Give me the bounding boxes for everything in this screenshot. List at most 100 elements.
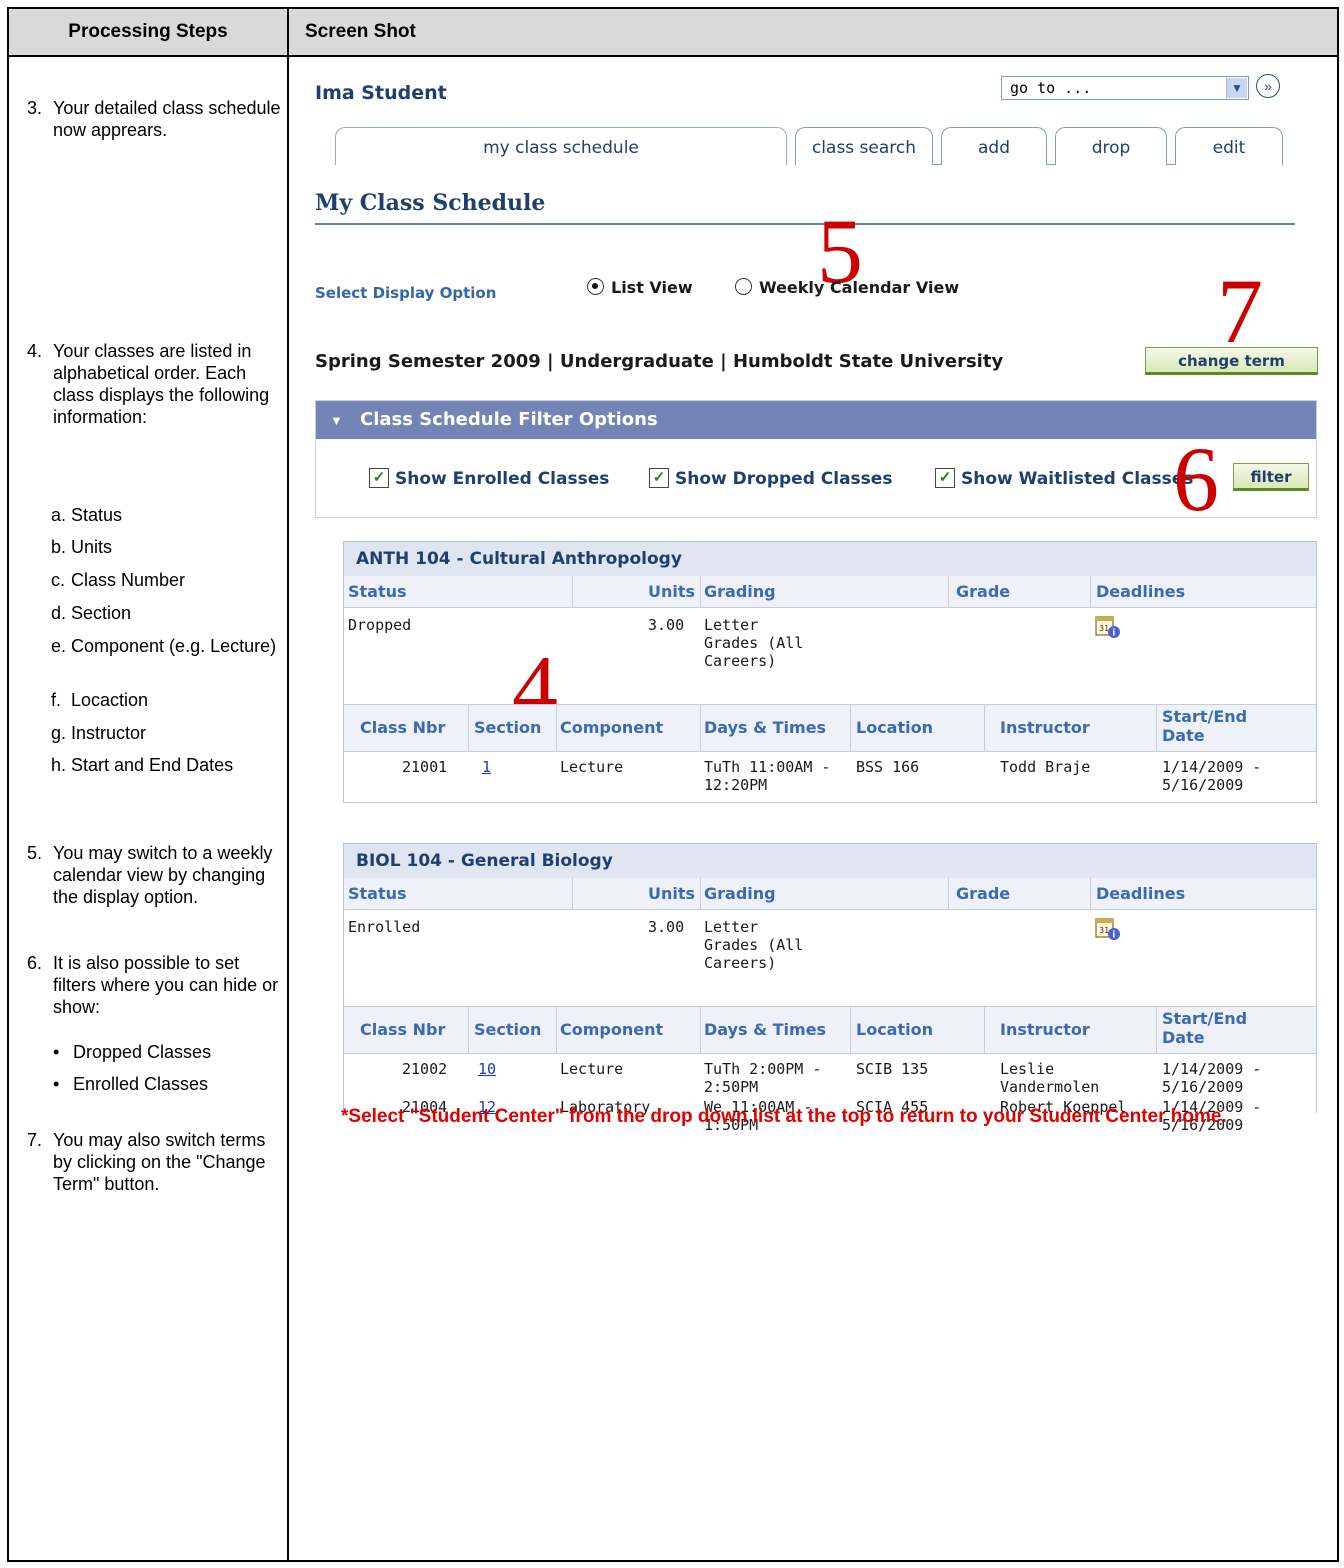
col-units: Units (648, 884, 696, 903)
tab-class-search[interactable]: class search (795, 127, 933, 165)
checkbox-waitlisted-label[interactable]: Show Waitlisted Classes (961, 469, 1193, 489)
location-value: BSS 166 (856, 758, 920, 776)
tab-add[interactable]: add (941, 127, 1047, 165)
calendar-info-icon[interactable]: 31 i (1094, 614, 1122, 640)
chevron-down-icon[interactable]: ▼ (1226, 78, 1247, 98)
col-status: Status (348, 884, 407, 903)
cell-divider (700, 576, 701, 607)
checkbox-waitlisted[interactable]: ✓ (935, 468, 955, 488)
svg-text:31: 31 (1099, 926, 1109, 935)
sub-text: Section (71, 603, 132, 623)
units-value: 3.00 (648, 918, 685, 936)
tab-edit[interactable]: edit (1175, 127, 1283, 165)
cell-divider (948, 576, 949, 607)
calendar-info-icon[interactable]: 31 i (1094, 916, 1122, 942)
title-rule (315, 223, 1295, 225)
col-instructor: Instructor (1000, 1020, 1090, 1039)
instructor-value: Leslie Vandermolen (1000, 1060, 1100, 1096)
col-status: Status (348, 582, 407, 601)
checkbox-dropped[interactable]: ✓ (649, 468, 669, 488)
section-header-row: Class Nbr Section Component Days & Times… (344, 1006, 1316, 1054)
checkbox-enrolled-label[interactable]: Show Enrolled Classes (395, 469, 609, 489)
section-header-row: Class Nbr Section Component Days & Times… (344, 704, 1316, 752)
section-link[interactable]: 10 (478, 1060, 496, 1078)
class-title: BIOL 104 - General Biology (356, 851, 613, 871)
cell-divider (556, 705, 557, 751)
class-nbr-value: 21001 (402, 758, 448, 776)
filter-button[interactable]: filter (1233, 463, 1309, 491)
radio-weekly-view-label[interactable]: Weekly Calendar View (759, 278, 959, 297)
component-value: Lecture (560, 1060, 624, 1078)
cell-divider (556, 1007, 557, 1053)
class-table-anth104: ANTH 104 - Cultural Anthropology Status … (343, 541, 1317, 803)
document-table: Processing Steps Screen Shot 3. Your det… (7, 7, 1339, 1562)
col-component: Component (560, 718, 664, 737)
steps-column: 3. Your detailed class schedule now appr… (9, 55, 287, 1560)
table-header: Processing Steps Screen Shot (9, 9, 1337, 57)
cell-divider (1090, 576, 1091, 607)
cell-divider (468, 705, 469, 751)
screenshot-panel: Ima Student go to ... ▼ » my class sched… (289, 55, 1337, 1560)
cell-divider (1156, 1007, 1157, 1053)
step-number: 7. (27, 1130, 43, 1150)
col-location: Location (856, 1020, 933, 1039)
svg-text:i: i (1112, 931, 1115, 941)
sub-text: Start and End Dates (71, 755, 234, 775)
svg-text:i: i (1112, 629, 1115, 639)
grading-value: Letter Grades (All Careers) (704, 918, 804, 972)
display-option-label: Select Display Option (315, 284, 497, 302)
step-text: Your classes are listed in alphabetical … (53, 341, 270, 427)
radio-list-view-label[interactable]: List View (611, 278, 693, 297)
section-link[interactable]: 1 (482, 758, 491, 776)
checkbox-dropped-label[interactable]: Show Dropped Classes (675, 469, 892, 489)
change-term-button[interactable]: change term (1145, 347, 1318, 375)
status-header-row: Status Units Grading Grade Deadlines (344, 576, 1316, 608)
sub-text: Class Number (71, 570, 186, 590)
col-class-nbr: Class Nbr (360, 1020, 446, 1039)
class-nbr-value: 21002 (402, 1060, 448, 1078)
sub-text: Component (e.g. Lecture) (71, 636, 277, 656)
bullet-text: Dropped Classes (73, 1042, 212, 1062)
student-name: Ima Student (315, 82, 447, 104)
cell-divider (572, 576, 573, 607)
col-start-end-date: Start/End Date (1162, 1009, 1248, 1047)
sub-text: Status (71, 505, 123, 525)
goto-dropdown[interactable]: go to ... ▼ (1001, 76, 1249, 100)
dates-value: 1/14/2009 - 5/16/2009 (1162, 758, 1262, 794)
cell-divider (1090, 878, 1091, 909)
filter-header[interactable]: ▼ Class Schedule Filter Options (316, 401, 1316, 439)
col-component: Component (560, 1020, 664, 1039)
status-value: Enrolled (348, 918, 421, 936)
radio-list-view[interactable] (587, 278, 604, 295)
col-grade: Grade (956, 582, 1011, 601)
bullet-dot: • (53, 1074, 60, 1094)
cell-divider (984, 705, 985, 751)
checkbox-enrolled[interactable]: ✓ (369, 468, 389, 488)
col-section: Section (474, 1020, 542, 1039)
col-section: Section (474, 718, 542, 737)
status-header-row: Status Units Grading Grade Deadlines (344, 878, 1316, 910)
radio-weekly-view[interactable] (735, 278, 752, 295)
step-number: 6. (27, 953, 43, 973)
location-value: SCIB 135 (856, 1060, 929, 1078)
expand-triangle-icon[interactable]: ▼ (330, 413, 343, 428)
col-units: Units (648, 582, 696, 601)
cell-divider (468, 1007, 469, 1053)
col-grade: Grade (956, 884, 1011, 903)
status-value: Dropped (348, 616, 412, 634)
bullet-text: Enrolled Classes (73, 1074, 209, 1094)
step-text: You may switch to a weekly calendar view… (53, 843, 273, 907)
step-number: 5. (27, 843, 43, 863)
cell-divider (984, 1007, 985, 1053)
tab-my-class-schedule[interactable]: my class schedule (335, 127, 787, 165)
filter-title: Class Schedule Filter Options (360, 409, 658, 430)
go-arrow-icon[interactable]: » (1256, 74, 1280, 98)
col-instructor: Instructor (1000, 718, 1090, 737)
class-title-bar: BIOL 104 - General Biology (344, 844, 1316, 879)
step-text: Your detailed class schedule now apprear… (53, 98, 281, 140)
col-days-times: Days & Times (704, 1020, 827, 1039)
col-location: Location (856, 718, 933, 737)
dates-value: 1/14/2009 - 5/16/2009 (1162, 1060, 1262, 1096)
class-title-bar: ANTH 104 - Cultural Anthropology (344, 542, 1316, 577)
tab-drop[interactable]: drop (1055, 127, 1167, 165)
